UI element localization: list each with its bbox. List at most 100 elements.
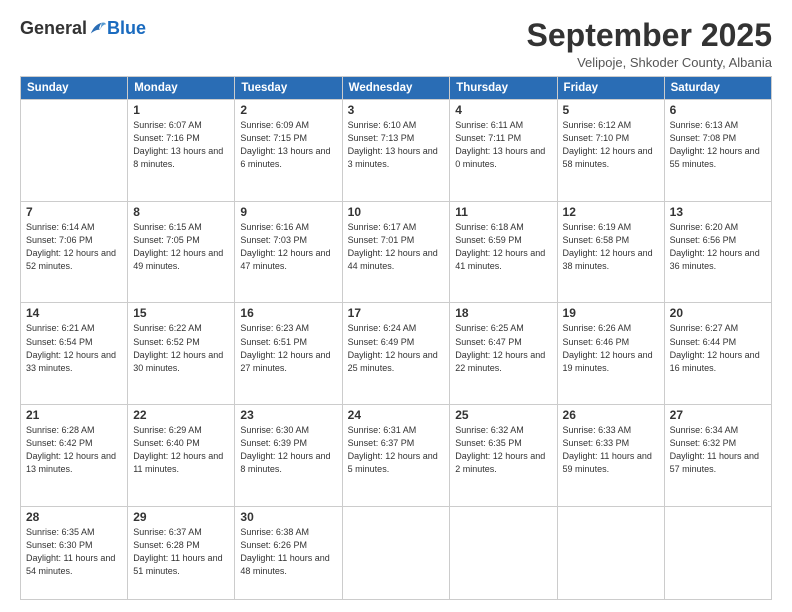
day-detail: Sunrise: 6:29 AMSunset: 6:40 PMDaylight:… xyxy=(133,424,229,476)
day-detail: Sunrise: 6:19 AMSunset: 6:58 PMDaylight:… xyxy=(563,221,659,273)
day-number: 7 xyxy=(26,205,122,219)
table-row: 1 Sunrise: 6:07 AMSunset: 7:16 PMDaylight… xyxy=(128,100,235,202)
title-block: September 2025 Velipoje, Shkoder County,… xyxy=(527,18,772,70)
day-number: 20 xyxy=(670,306,766,320)
table-row: 8Sunrise: 6:15 AMSunset: 7:05 PMDaylight… xyxy=(128,201,235,303)
day-number: 15 xyxy=(133,306,229,320)
day-detail: Sunrise: 6:25 AMSunset: 6:47 PMDaylight:… xyxy=(455,322,551,374)
calendar-header-row: Sunday Monday Tuesday Wednesday Thursday… xyxy=(21,77,772,100)
table-row xyxy=(21,100,128,202)
table-row: 13 Sunrise: 6:20 AMSunset: 6:56 PMDayligh… xyxy=(664,201,771,303)
table-row: 30 Sunrise: 6:38 AMSunset: 6:26 PMDayligh… xyxy=(235,506,342,599)
day-detail: Sunrise: 6:37 AMSunset: 6:28 PMDaylight:… xyxy=(133,526,229,578)
day-number: 27 xyxy=(670,408,766,422)
day-detail: Sunrise: 6:21 AMSunset: 6:54 PMDaylight:… xyxy=(26,322,122,374)
day-detail: Sunrise: 6:12 AMSunset: 7:10 PMDaylight:… xyxy=(563,119,659,171)
col-monday: Monday xyxy=(128,77,235,100)
day-number: 1 xyxy=(133,103,229,117)
header: General Blue September 2025 Velipoje, Sh… xyxy=(20,18,772,70)
table-row: 19 Sunrise: 6:26 AMSunset: 6:46 PMDayligh… xyxy=(557,303,664,405)
day-detail: Sunrise: 6:17 AMSunset: 7:01 PMDaylight:… xyxy=(348,221,445,273)
day-detail: Sunrise: 6:26 AMSunset: 6:46 PMDaylight:… xyxy=(563,322,659,374)
day-number: 23 xyxy=(240,408,336,422)
table-row: 26Sunrise: 6:33 AMSunset: 6:33 PMDayligh… xyxy=(557,405,664,507)
day-number: 30 xyxy=(240,510,336,524)
col-friday: Friday xyxy=(557,77,664,100)
table-row: 27 Sunrise: 6:34 AMSunset: 6:32 PMDayligh… xyxy=(664,405,771,507)
day-detail: Sunrise: 6:11 AMSunset: 7:11 PMDaylight:… xyxy=(455,119,551,171)
day-detail: Sunrise: 6:30 AMSunset: 6:39 PMDaylight:… xyxy=(240,424,336,476)
location-subtitle: Velipoje, Shkoder County, Albania xyxy=(527,55,772,70)
table-row: 22 Sunrise: 6:29 AMSunset: 6:40 PMDayligh… xyxy=(128,405,235,507)
day-number: 4 xyxy=(455,103,551,117)
day-detail: Sunrise: 6:34 AMSunset: 6:32 PMDaylight:… xyxy=(670,424,766,476)
day-detail: Sunrise: 6:16 AMSunset: 7:03 PMDaylight:… xyxy=(240,221,336,273)
day-detail: Sunrise: 6:22 AMSunset: 6:52 PMDaylight:… xyxy=(133,322,229,374)
day-detail: Sunrise: 6:35 AMSunset: 6:30 PMDaylight:… xyxy=(26,526,122,578)
day-detail: Sunrise: 6:10 AMSunset: 7:13 PMDaylight:… xyxy=(348,119,445,171)
day-detail: Sunrise: 6:31 AMSunset: 6:37 PMDaylight:… xyxy=(348,424,445,476)
col-wednesday: Wednesday xyxy=(342,77,450,100)
day-detail: Sunrise: 6:15 AMSunset: 7:05 PMDaylight:… xyxy=(133,221,229,273)
day-number: 28 xyxy=(26,510,122,524)
calendar-week-row: 1 Sunrise: 6:07 AMSunset: 7:16 PMDaylight… xyxy=(21,100,772,202)
day-number: 11 xyxy=(455,205,551,219)
logo: General Blue xyxy=(20,18,146,39)
table-row: 24 Sunrise: 6:31 AMSunset: 6:37 PMDayligh… xyxy=(342,405,450,507)
table-row: 25 Sunrise: 6:32 AMSunset: 6:35 PMDayligh… xyxy=(450,405,557,507)
table-row: 7Sunrise: 6:14 AMSunset: 7:06 PMDaylight… xyxy=(21,201,128,303)
day-detail: Sunrise: 6:07 AMSunset: 7:16 PMDaylight:… xyxy=(133,119,229,171)
table-row: 17 Sunrise: 6:24 AMSunset: 6:49 PMDayligh… xyxy=(342,303,450,405)
day-number: 25 xyxy=(455,408,551,422)
day-detail: Sunrise: 6:18 AMSunset: 6:59 PMDaylight:… xyxy=(455,221,551,273)
day-number: 24 xyxy=(348,408,445,422)
table-row xyxy=(342,506,450,599)
table-row: 20 Sunrise: 6:27 AMSunset: 6:44 PMDayligh… xyxy=(664,303,771,405)
day-detail: Sunrise: 6:33 AMSunset: 6:33 PMDaylight:… xyxy=(563,424,659,476)
table-row: 28 Sunrise: 6:35 AMSunset: 6:30 PMDayligh… xyxy=(21,506,128,599)
day-number: 18 xyxy=(455,306,551,320)
day-detail: Sunrise: 6:13 AMSunset: 7:08 PMDaylight:… xyxy=(670,119,766,171)
table-row: 21 Sunrise: 6:28 AMSunset: 6:42 PMDayligh… xyxy=(21,405,128,507)
table-row: 10Sunrise: 6:17 AMSunset: 7:01 PMDayligh… xyxy=(342,201,450,303)
day-detail: Sunrise: 6:32 AMSunset: 6:35 PMDaylight:… xyxy=(455,424,551,476)
day-number: 16 xyxy=(240,306,336,320)
day-number: 14 xyxy=(26,306,122,320)
calendar-week-row: 7Sunrise: 6:14 AMSunset: 7:06 PMDaylight… xyxy=(21,201,772,303)
day-number: 6 xyxy=(670,103,766,117)
col-thursday: Thursday xyxy=(450,77,557,100)
day-number: 2 xyxy=(240,103,336,117)
day-detail: Sunrise: 6:20 AMSunset: 6:56 PMDaylight:… xyxy=(670,221,766,273)
day-detail: Sunrise: 6:24 AMSunset: 6:49 PMDaylight:… xyxy=(348,322,445,374)
day-number: 9 xyxy=(240,205,336,219)
table-row: 5 Sunrise: 6:12 AMSunset: 7:10 PMDaylight… xyxy=(557,100,664,202)
table-row: 12 Sunrise: 6:19 AMSunset: 6:58 PMDayligh… xyxy=(557,201,664,303)
table-row: 6 Sunrise: 6:13 AMSunset: 7:08 PMDaylight… xyxy=(664,100,771,202)
day-detail: Sunrise: 6:38 AMSunset: 6:26 PMDaylight:… xyxy=(240,526,336,578)
table-row: 3Sunrise: 6:10 AMSunset: 7:13 PMDaylight… xyxy=(342,100,450,202)
calendar-week-row: 21 Sunrise: 6:28 AMSunset: 6:42 PMDayligh… xyxy=(21,405,772,507)
day-number: 21 xyxy=(26,408,122,422)
table-row: 14 Sunrise: 6:21 AMSunset: 6:54 PMDayligh… xyxy=(21,303,128,405)
day-detail: Sunrise: 6:28 AMSunset: 6:42 PMDaylight:… xyxy=(26,424,122,476)
table-row: 2Sunrise: 6:09 AMSunset: 7:15 PMDaylight… xyxy=(235,100,342,202)
calendar-table: Sunday Monday Tuesday Wednesday Thursday… xyxy=(20,76,772,600)
day-detail: Sunrise: 6:27 AMSunset: 6:44 PMDaylight:… xyxy=(670,322,766,374)
day-number: 13 xyxy=(670,205,766,219)
table-row: 9 Sunrise: 6:16 AMSunset: 7:03 PMDaylight… xyxy=(235,201,342,303)
logo-general: General xyxy=(20,18,87,39)
table-row: 15 Sunrise: 6:22 AMSunset: 6:52 PMDayligh… xyxy=(128,303,235,405)
table-row: 29 Sunrise: 6:37 AMSunset: 6:28 PMDayligh… xyxy=(128,506,235,599)
day-number: 29 xyxy=(133,510,229,524)
day-number: 22 xyxy=(133,408,229,422)
col-tuesday: Tuesday xyxy=(235,77,342,100)
day-number: 19 xyxy=(563,306,659,320)
day-number: 17 xyxy=(348,306,445,320)
month-title: September 2025 xyxy=(527,18,772,53)
table-row: 23 Sunrise: 6:30 AMSunset: 6:39 PMDayligh… xyxy=(235,405,342,507)
day-number: 12 xyxy=(563,205,659,219)
page: General Blue September 2025 Velipoje, Sh… xyxy=(0,0,792,612)
day-number: 5 xyxy=(563,103,659,117)
col-sunday: Sunday xyxy=(21,77,128,100)
logo-text: General Blue xyxy=(20,18,146,39)
